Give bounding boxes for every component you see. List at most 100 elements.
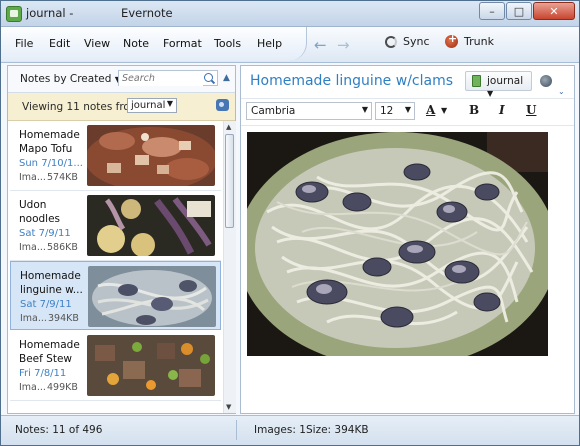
collapse-up-icon[interactable]: ▲ <box>223 73 230 83</box>
note-title: Homemade Mapo Tofu <box>19 129 80 155</box>
note-title: Homemade linguine w... <box>20 270 83 296</box>
sync-icon <box>385 35 397 48</box>
format-toolbar: Cambria ▼ 12 ▼ A ▼ B I U <box>241 98 574 126</box>
note-date: Sat 7/9/11 <box>20 299 72 310</box>
status-size: Size: 394KB <box>306 424 369 436</box>
menu-help[interactable]: Help <box>257 37 282 50</box>
close-button[interactable]: ✕ <box>533 2 575 20</box>
back-arrow-icon[interactable]: ← <box>314 36 327 54</box>
chevron-down-icon: ▼ <box>166 99 173 108</box>
font-size-value: 12 <box>380 105 394 117</box>
note-meta: Ima... 574KB <box>19 172 89 183</box>
scroll-down-icon[interactable]: ▼ <box>226 403 231 411</box>
note-meta-type: Ima... <box>19 242 46 253</box>
note-list-panel: Notes by Created ▼ ▲ Viewing 11 notes fr… <box>7 65 236 414</box>
menu-view[interactable]: View <box>84 37 110 50</box>
note-header: Homemade linguine w/clams journal ▼ ⌄ <box>241 66 574 98</box>
menu-tools[interactable]: Tools <box>214 37 241 50</box>
note-size: 499KB <box>47 382 78 393</box>
font-family-select[interactable]: Cambria ▼ <box>246 102 372 120</box>
note-meta-type: Ima... <box>20 313 47 324</box>
new-snapshot-icon[interactable] <box>216 99 229 111</box>
status-divider <box>236 420 237 440</box>
note-thumbnail <box>87 195 215 256</box>
text-color-button[interactable]: A <box>426 103 435 117</box>
title-bar: journal - Evernote – □ ✕ <box>1 1 579 27</box>
font-family-value: Cambria <box>251 105 296 117</box>
note-editor-panel: Homemade linguine w/clams journal ▼ ⌄ Ca… <box>240 65 575 414</box>
note-title-field[interactable]: Homemade linguine w/clams <box>250 73 453 89</box>
status-notes-count: Notes: 11 of 496 <box>15 424 103 436</box>
note-item[interactable]: Homemade Beef Stew Fri 7/8/11 Ima... 499K… <box>10 331 221 401</box>
trunk-label: Trunk <box>464 35 494 48</box>
scrollbar-thumb[interactable] <box>225 134 234 228</box>
underline-button[interactable]: U <box>526 103 536 117</box>
sync-button[interactable]: Sync <box>385 35 430 48</box>
chevron-down-icon: ▼ <box>404 105 411 114</box>
viewing-bar: Viewing 11 notes from journal ▼ <box>8 93 235 121</box>
note-title: Udon noodles <box>19 199 61 225</box>
note-date: Sat 7/9/11 <box>19 228 71 239</box>
note-meta: Ima... 499KB <box>19 382 89 393</box>
chevron-down-icon: ▼ <box>361 105 368 114</box>
evernote-window: journal - Evernote – □ ✕ File Edit View … <box>0 0 580 446</box>
window-title: journal - Evernote <box>26 6 173 20</box>
sort-label: Notes by Created <box>20 73 112 85</box>
note-meta-type: Ima... <box>19 382 46 393</box>
forward-arrow-icon[interactable]: → <box>337 36 350 54</box>
window-title-app: Evernote <box>121 6 173 20</box>
note-date: Sun 7/10/1... <box>19 158 83 169</box>
note-size: 394KB <box>48 313 79 324</box>
note-size: 574KB <box>47 172 78 183</box>
italic-button[interactable]: I <box>499 103 505 117</box>
note-meta-type: Ima... <box>19 172 46 183</box>
sort-dropdown[interactable]: Notes by Created ▼ <box>20 73 121 85</box>
menu-format[interactable]: Format <box>163 37 202 50</box>
search-icon[interactable] <box>204 73 213 82</box>
menu-bar: File Edit View Note Format Tools Help ← … <box>1 27 579 63</box>
status-bar: Notes: 11 of 496 Images: 1 Size: 394KB <box>1 415 579 445</box>
notebook-icon <box>472 75 481 87</box>
note-list: Homemade Mapo Tofu Sun 7/10/1... Ima... 5… <box>8 121 223 413</box>
font-size-select[interactable]: 12 ▼ <box>375 102 415 120</box>
note-meta: Ima... 394KB <box>20 313 90 324</box>
note-thumbnail <box>87 125 215 186</box>
notebook-select[interactable]: journal ▼ <box>127 98 177 113</box>
note-item[interactable]: Homemade Mapo Tofu Sun 7/10/1... Ima... 5… <box>10 121 221 191</box>
menu-file[interactable]: File <box>15 37 33 50</box>
minimize-button[interactable]: – <box>479 2 505 20</box>
note-title: Homemade Beef Stew <box>19 339 80 365</box>
maximize-button[interactable]: □ <box>506 2 532 20</box>
evernote-app-icon <box>6 6 22 22</box>
notebook-picker-value: journal <box>487 75 524 87</box>
window-title-notebook: journal - <box>26 6 78 20</box>
search-input[interactable] <box>119 71 203 86</box>
note-list-scrollbar[interactable]: ▲ ▼ <box>223 121 236 413</box>
trunk-button[interactable]: Trunk <box>445 32 494 48</box>
viewing-text: Viewing 11 notes from <box>22 101 141 113</box>
globe-icon[interactable] <box>540 75 552 87</box>
trunk-icon <box>445 32 458 48</box>
search-box <box>118 70 218 86</box>
menu-note[interactable]: Note <box>123 37 149 50</box>
text-color-dropdown-icon[interactable]: ▼ <box>441 106 447 115</box>
bold-button[interactable]: B <box>469 103 479 117</box>
status-images: Images: 1 <box>254 424 306 436</box>
note-image-linguine-clams[interactable] <box>247 132 548 356</box>
sort-bar: Notes by Created ▼ ▲ <box>8 66 235 93</box>
sync-label: Sync <box>403 35 430 48</box>
expand-chevron-icon[interactable]: ⌄ <box>558 87 565 96</box>
window-controls: – □ ✕ <box>478 2 575 20</box>
notebook-picker-label: journal ▼ <box>487 75 524 98</box>
note-meta: Ima... 586KB <box>19 242 89 253</box>
notebook-select-value: journal <box>131 100 166 111</box>
note-item[interactable]: Udon noodles Sat 7/9/11 Ima... 586KB <box>10 191 221 261</box>
note-size: 586KB <box>47 242 78 253</box>
note-thumbnail <box>88 266 216 327</box>
note-item[interactable]: Homemade linguine w... Sat 7/9/11 Ima...… <box>10 261 221 330</box>
scroll-up-icon[interactable]: ▲ <box>226 123 231 131</box>
note-date: Fri 7/8/11 <box>19 368 67 379</box>
menu-edit[interactable]: Edit <box>49 37 70 50</box>
note-thumbnail <box>87 335 215 396</box>
notebook-picker[interactable]: journal ▼ <box>465 71 532 98</box>
